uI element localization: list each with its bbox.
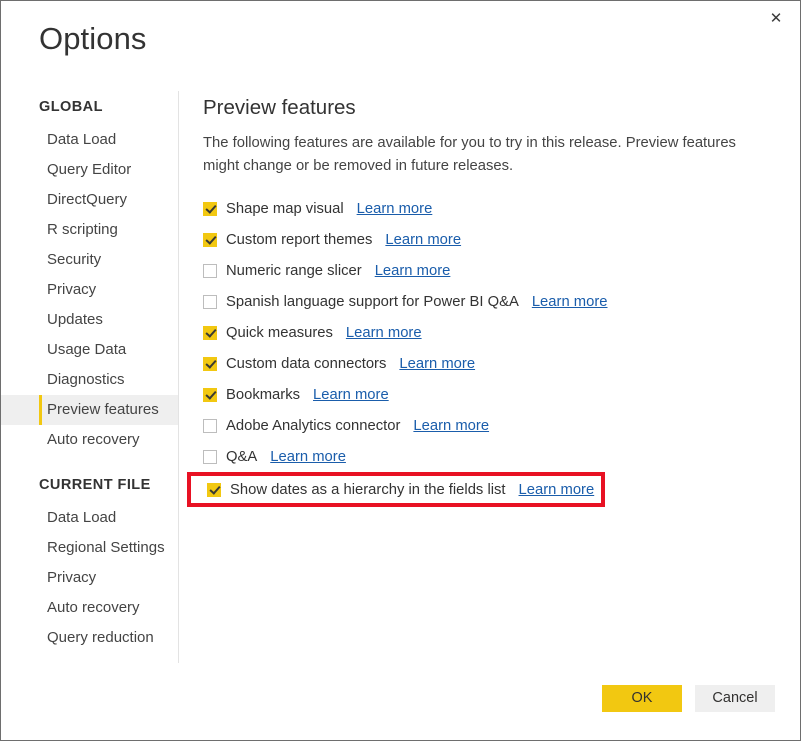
- feature-label: Bookmarks: [226, 386, 301, 403]
- feature-row: Q&A Learn more: [203, 441, 776, 472]
- checkbox-quick-measures[interactable]: [203, 325, 217, 340]
- section-heading: Preview features: [203, 96, 356, 119]
- section-description: The following features are available for…: [203, 134, 736, 174]
- feature-label: Quick measures: [226, 324, 333, 341]
- checkbox-adobe-analytics-connector[interactable]: [203, 418, 217, 433]
- sidebar-item-usage-data[interactable]: Usage Data: [1, 335, 178, 365]
- learn-more-link[interactable]: Learn more: [313, 387, 389, 403]
- learn-more-link[interactable]: Learn more: [385, 232, 461, 248]
- checkbox-numeric-range-slicer[interactable]: [203, 263, 217, 278]
- feature-row: Quick measures Learn more: [203, 317, 776, 348]
- sidebar-group: CURRENT FILE Data Load Regional Settings Pr…: [1, 477, 178, 653]
- checkbox-show-dates-as-a-hierarchy-in-the-fields-list[interactable]: [207, 482, 221, 497]
- ok-button[interactable]: OK: [602, 685, 682, 712]
- dialog-footer: OK Cancel: [602, 685, 775, 712]
- sidebar-item-privacy[interactable]: Privacy: [1, 563, 178, 593]
- close-glyph: ✕: [769, 8, 783, 27]
- feature-row: Custom data connectors Learn more: [203, 348, 776, 379]
- page-title: Options: [39, 21, 147, 56]
- learn-more-link[interactable]: Learn more: [399, 356, 475, 372]
- learn-more-link[interactable]: Learn more: [357, 201, 433, 217]
- feature-row: Spanish language support for Power BI Q&…: [203, 286, 776, 317]
- sidebar-item-data-load[interactable]: Data Load: [1, 503, 178, 533]
- sidebar-item-privacy[interactable]: Privacy: [1, 275, 178, 305]
- sidebar-divider: [178, 91, 179, 663]
- sidebar-item-auto-recovery[interactable]: Auto recovery: [1, 593, 178, 623]
- sidebar-item-auto-recovery[interactable]: Auto recovery: [1, 425, 178, 455]
- sidebar-item-data-load[interactable]: Data Load: [1, 125, 178, 155]
- checkbox-shape-map-visual[interactable]: [203, 201, 217, 216]
- sidebar: GLOBAL Data Load Query Editor DirectQuery R …: [1, 99, 178, 740]
- checkbox-bookmarks[interactable]: [203, 387, 217, 402]
- feature-label: Custom report themes: [226, 231, 373, 248]
- sidebar-item-preview-features[interactable]: Preview features: [1, 395, 178, 425]
- feature-label: Q&A: [226, 448, 258, 465]
- preview-features-list: Shape map visual Learn more Custom report …: [187, 193, 776, 508]
- feature-row: Shape map visual Learn more: [203, 193, 776, 224]
- title-bar: Options ✕: [1, 1, 800, 56]
- feature-row: Numeric range slicer Learn more: [203, 255, 776, 286]
- sidebar-group-title: GLOBAL: [39, 99, 103, 115]
- options-dialog: Options ✕ GLOBAL Data Load Query Editor Dir…: [0, 0, 801, 741]
- cancel-button[interactable]: Cancel: [695, 685, 775, 712]
- sidebar-group: GLOBAL Data Load Query Editor DirectQuery R …: [1, 99, 178, 455]
- sidebar-item-security[interactable]: Security: [1, 245, 178, 275]
- sidebar-item-query-reduction[interactable]: Query reduction: [1, 623, 178, 653]
- learn-more-link[interactable]: Learn more: [346, 325, 422, 341]
- feature-label: Custom data connectors: [226, 355, 387, 372]
- feature-label: Adobe Analytics connector: [226, 417, 401, 434]
- sidebar-item-regional-settings[interactable]: Regional Settings: [1, 533, 178, 563]
- sidebar-item-r-scripting[interactable]: R scripting: [1, 215, 178, 245]
- sidebar-group-title: CURRENT FILE: [39, 477, 151, 493]
- checkbox-q-a[interactable]: [203, 449, 217, 464]
- feature-row: Bookmarks Learn more: [203, 379, 776, 410]
- checkbox-spanish-language-support-for-power-bi-q-a[interactable]: [203, 294, 217, 309]
- main-panel: Preview features The following features …: [187, 95, 776, 508]
- checkbox-custom-report-themes[interactable]: [203, 232, 217, 247]
- feature-label: Shape map visual: [226, 200, 344, 217]
- feature-row: Adobe Analytics connector Learn more: [203, 410, 776, 441]
- feature-label: Spanish language support for Power BI Q&…: [226, 293, 519, 310]
- sidebar-item-updates[interactable]: Updates: [1, 305, 178, 335]
- sidebar-item-directquery[interactable]: DirectQuery: [1, 185, 178, 215]
- checkbox-custom-data-connectors[interactable]: [203, 356, 217, 371]
- feature-label: Numeric range slicer: [226, 262, 362, 279]
- learn-more-link[interactable]: Learn more: [270, 449, 346, 465]
- learn-more-link[interactable]: Learn more: [375, 263, 451, 279]
- sidebar-item-query-editor[interactable]: Query Editor: [1, 155, 178, 185]
- feature-row: Custom report themes Learn more: [203, 224, 776, 255]
- learn-more-link[interactable]: Learn more: [413, 418, 489, 434]
- feature-label: Show dates as a hierarchy in the fields …: [230, 481, 506, 498]
- sidebar-item-diagnostics[interactable]: Diagnostics: [1, 365, 178, 395]
- feature-row-highlighted: Show dates as a hierarchy in the fields …: [187, 472, 605, 508]
- learn-more-link[interactable]: Learn more: [532, 294, 608, 310]
- close-icon[interactable]: ✕: [753, 2, 799, 34]
- learn-more-link[interactable]: Learn more: [519, 482, 595, 498]
